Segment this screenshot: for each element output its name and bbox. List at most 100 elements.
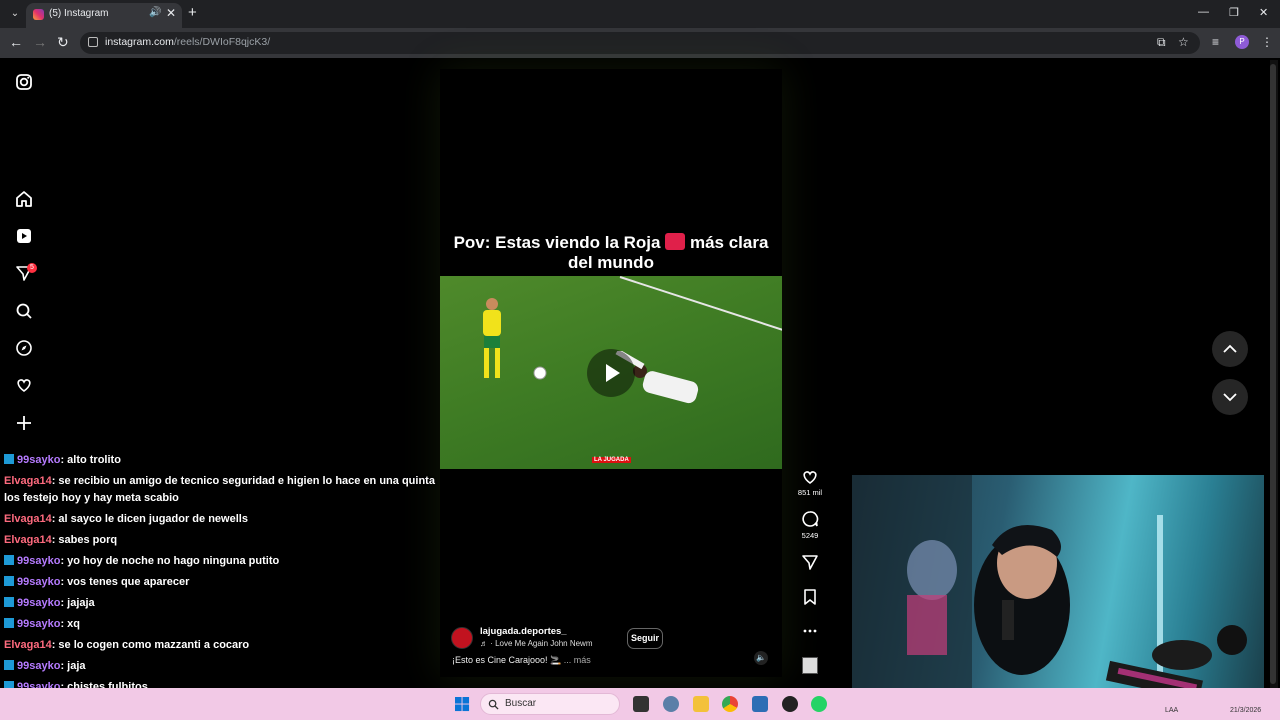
- like-heart-icon[interactable]: [798, 467, 822, 487]
- tab-title: (5) Instagram: [49, 8, 109, 19]
- comments-count: 5249: [801, 531, 819, 540]
- chat-message: Elvaga14: se lo cogen como mazzanti a co…: [4, 637, 440, 654]
- chat-username[interactable]: 99sayko: [17, 576, 60, 588]
- prime-badge-icon: [4, 618, 14, 628]
- play-icon: [606, 364, 620, 382]
- likes-count: 851 mil: [797, 488, 823, 497]
- scroll-thumb[interactable]: [1270, 64, 1276, 684]
- reload-icon[interactable]: ↻: [57, 34, 69, 51]
- window-close-button[interactable]: ✕: [1259, 6, 1268, 19]
- music-info[interactable]: ♬ · Love Me Again John Newm: [480, 639, 593, 648]
- pitch-line: [619, 276, 782, 346]
- reel-caption[interactable]: ¡Esto es Cine Carajooo! 🚬 ... más: [452, 655, 591, 666]
- chat-username[interactable]: 99sayko: [17, 454, 60, 466]
- chat-message: Elvaga14: se recibio un amigo de tecnico…: [4, 473, 440, 507]
- ball-icon: [533, 366, 547, 380]
- create-plus-icon[interactable]: [14, 413, 34, 433]
- instagram-favicon-icon: [33, 9, 44, 20]
- tab-instagram[interactable]: (5) Instagram 🔊 ✕: [26, 3, 182, 28]
- bookmark-star-icon[interactable]: ☆: [1178, 35, 1189, 49]
- new-tab-button[interactable]: +: [188, 4, 197, 21]
- author-avatar[interactable]: [451, 627, 473, 649]
- install-app-icon[interactable]: ⧉: [1157, 35, 1166, 50]
- windows-start-icon[interactable]: [455, 697, 470, 712]
- chrome-icon[interactable]: [722, 696, 738, 712]
- chat-text: : jaja: [60, 660, 86, 672]
- video-watermark: LA JUGADA: [592, 457, 631, 463]
- volume-icon[interactable]: 🔈: [754, 651, 768, 665]
- chat-message: 99sayko: yo hoy de noche no hago ninguna…: [4, 553, 440, 570]
- red-square-emoji: [665, 233, 686, 250]
- speaker-icon[interactable]: 🔊: [149, 7, 161, 18]
- whatsapp-icon[interactable]: [811, 696, 827, 712]
- explore-icon[interactable]: [14, 338, 34, 358]
- chat-username[interactable]: Elvaga14: [4, 639, 52, 651]
- clock-date[interactable]: 21/3/2026: [1230, 707, 1261, 714]
- language-indicator[interactable]: LAA: [1165, 707, 1178, 714]
- follow-button[interactable]: Seguir: [627, 628, 663, 649]
- audio-thumbnail[interactable]: [802, 657, 818, 674]
- chat-text: : jajaja: [60, 597, 95, 609]
- reel-player[interactable]: Pov: Estas viendo la Roja más clara del …: [440, 69, 782, 677]
- forward-arrow-icon[interactable]: →: [33, 34, 47, 50]
- app-icon[interactable]: [752, 696, 768, 712]
- prime-badge-icon: [4, 660, 14, 670]
- play-button[interactable]: [587, 349, 635, 397]
- taskbar-search[interactable]: Buscar: [480, 693, 620, 715]
- chevron-down-icon: [1223, 393, 1237, 402]
- browser-tab-bar: ⌄ (5) Instagram 🔊 ✕ + — ❐ ✕: [0, 0, 1280, 28]
- player-yellow: [483, 298, 501, 378]
- chat-message: 99sayko: vos tenes que aparecer: [4, 574, 440, 591]
- minimize-button[interactable]: —: [1198, 6, 1209, 18]
- tab-close-icon[interactable]: ✕: [166, 6, 176, 20]
- more-options-icon[interactable]: [798, 621, 822, 641]
- webcam-scene: [852, 475, 1247, 708]
- file-explorer-icon[interactable]: [693, 696, 709, 712]
- prime-badge-icon: [4, 555, 14, 565]
- share-icon[interactable]: [798, 552, 822, 572]
- chrome-menu-icon[interactable]: ⋮: [1261, 35, 1273, 49]
- reel-overlay-title: Pov: Estas viendo la Roja más clara del …: [453, 233, 769, 272]
- address-bar[interactable]: instagram.com/reels/DWIoF8qjcK3/: [80, 32, 1200, 54]
- chat-username[interactable]: Elvaga14: [4, 534, 52, 546]
- instagram-logo-icon[interactable]: [14, 72, 34, 92]
- profile-avatar[interactable]: P: [1235, 35, 1249, 49]
- page-scrollbar[interactable]: [1270, 60, 1278, 700]
- previous-reel-button[interactable]: [1212, 331, 1248, 367]
- taskbar-search-placeholder: Buscar: [505, 698, 537, 709]
- reels-icon[interactable]: [14, 226, 34, 246]
- media-controls-icon[interactable]: ≡: [1212, 35, 1219, 49]
- chat-username[interactable]: 99sayko: [17, 660, 60, 672]
- author-name[interactable]: lajugada.deportes_: [480, 626, 567, 637]
- windows-taskbar: Buscar LAA 21/3/2026: [0, 688, 1280, 720]
- chat-username[interactable]: 99sayko: [17, 618, 60, 630]
- video-frame[interactable]: LA JUGADA: [440, 276, 782, 469]
- chat-message: Elvaga14: sabes porq: [4, 532, 440, 549]
- home-icon[interactable]: [14, 189, 34, 209]
- obs-icon[interactable]: [782, 696, 798, 712]
- browser-toolbar: ← → ↻ instagram.com/reels/DWIoF8qjcK3/ ⧉…: [0, 28, 1280, 58]
- chat-username[interactable]: 99sayko: [17, 597, 60, 609]
- save-bookmark-icon[interactable]: [798, 587, 822, 607]
- task-view-icon[interactable]: [633, 696, 649, 712]
- chat-username[interactable]: 99sayko: [17, 555, 60, 567]
- settings-gear-icon[interactable]: [663, 696, 679, 712]
- back-arrow-icon[interactable]: ←: [9, 34, 23, 50]
- screen: ⌄ (5) Instagram 🔊 ✕ + — ❐ ✕ ← → ↻ instag…: [0, 0, 1280, 720]
- tab-search-icon[interactable]: ⌄: [6, 5, 24, 23]
- search-icon[interactable]: [14, 301, 34, 321]
- chat-text: : se recibio un amigo de tecnico segurid…: [4, 475, 435, 504]
- chat-message: 99sayko: jajaja: [4, 595, 440, 612]
- maximize-button[interactable]: ❐: [1229, 6, 1239, 19]
- next-reel-button[interactable]: [1212, 379, 1248, 415]
- comment-icon[interactable]: [798, 509, 822, 529]
- chat-username[interactable]: Elvaga14: [4, 475, 52, 487]
- chat-message: Elvaga14: al sayco le dicen jugador de n…: [4, 511, 440, 528]
- heart-icon[interactable]: [14, 375, 34, 395]
- url-text: instagram.com/reels/DWIoF8qjcK3/: [105, 36, 271, 48]
- prime-badge-icon: [4, 576, 14, 586]
- site-info-icon[interactable]: [88, 37, 98, 47]
- chat-text: : vos tenes que aparecer: [60, 576, 190, 588]
- chat-text: : xq: [60, 618, 80, 630]
- chat-username[interactable]: Elvaga14: [4, 513, 52, 525]
